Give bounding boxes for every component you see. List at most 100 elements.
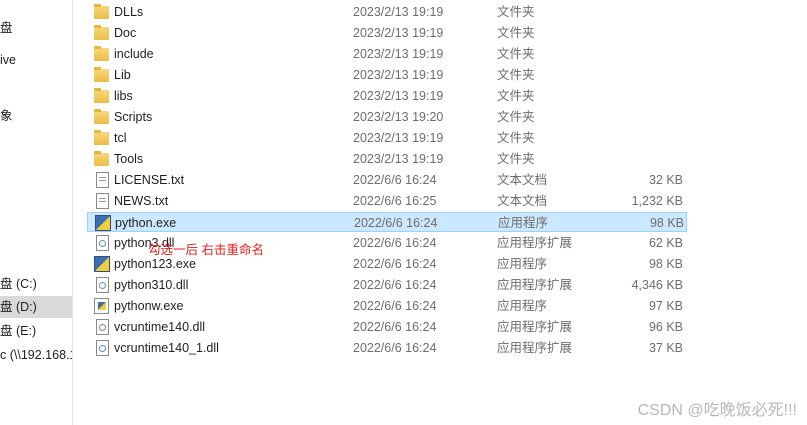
file-size: 32 KB (648, 173, 683, 187)
file-name: tcl (114, 131, 127, 145)
nav-item-network-share[interactable]: c (\\192.168.1 (0, 344, 73, 366)
file-row[interactable]: Tools 2023/2/13 19:19 文件夹 (87, 149, 687, 169)
file-type: 文件夹 (497, 89, 535, 103)
pythonw-icon (94, 298, 109, 314)
folder-icon (94, 151, 109, 166)
file-name: include (114, 47, 154, 61)
file-row[interactable]: libs 2023/2/13 19:19 文件夹 (87, 86, 687, 106)
file-size: 96 KB (648, 320, 683, 334)
file-name: Scripts (114, 110, 153, 124)
file-type: 文件夹 (497, 131, 535, 145)
file-type: 应用程序扩展 (497, 320, 573, 334)
folder-icon (94, 109, 109, 124)
file-name: DLLs (114, 5, 144, 19)
folder-icon (94, 130, 109, 145)
file-date-modified: 2022/6/6 16:24 (353, 299, 437, 313)
nav-item-label: 盘 (E:) (0, 324, 37, 338)
file-row[interactable]: Doc 2023/2/13 19:19 文件夹 (87, 23, 687, 43)
nav-item-drive-c[interactable]: 盘 (C:) (0, 273, 37, 295)
file-type: 文件夹 (497, 47, 535, 61)
dll-icon (96, 340, 109, 356)
file-row[interactable]: Scripts 2023/2/13 19:20 文件夹 (87, 107, 687, 127)
nav-item-drive[interactable]: 盘 (0, 17, 13, 39)
file-date-modified: 2023/2/13 19:19 (353, 26, 444, 40)
file-date-modified: 2022/6/6 16:24 (353, 278, 437, 292)
nav-item-onedrive[interactable]: ive (0, 49, 16, 71)
file-row[interactable]: include 2023/2/13 19:19 文件夹 (87, 44, 687, 64)
file-row[interactable]: NEWS.txt 2022/6/6 16:25 文本文档 1,232 KB (87, 191, 687, 211)
file-name: Doc (114, 26, 137, 40)
file-type: 应用程序 (498, 216, 549, 230)
file-name: python.exe (115, 216, 177, 230)
file-row[interactable]: vcruntime140.dll 2022/6/6 16:24 应用程序扩展 96 K… (87, 317, 687, 337)
file-date-modified: 2022/6/6 16:24 (353, 320, 437, 334)
nav-item-label: 盘 (C:) (0, 277, 37, 291)
file-type: 应用程序 (497, 299, 548, 313)
file-date-modified: 2023/2/13 19:19 (353, 68, 444, 82)
file-type: 文件夹 (497, 110, 535, 124)
file-type: 应用程序扩展 (497, 341, 573, 355)
file-row[interactable]: pythonw.exe 2022/6/6 16:24 应用程序 97 KB (87, 296, 687, 316)
nav-item-label: c (\\192.168.1 (0, 348, 73, 362)
file-type: 应用程序 (497, 257, 548, 271)
folder-icon (94, 25, 109, 40)
folder-icon (94, 46, 109, 61)
dll-icon (96, 277, 109, 293)
file-name: LICENSE.txt (114, 173, 185, 187)
file-row[interactable]: python310.dll 2022/6/6 16:24 应用程序扩展 4,346 K… (87, 275, 687, 295)
file-date-modified: 2023/2/13 19:19 (353, 131, 444, 145)
file-size: 98 KB (648, 257, 683, 271)
nav-item-3d-objects[interactable]: 象 (0, 105, 13, 127)
file-type: 文件夹 (497, 152, 535, 166)
file-type: 应用程序扩展 (497, 278, 573, 292)
file-name: Lib (114, 68, 131, 82)
file-date-modified: 2023/2/13 19:19 (353, 89, 444, 103)
folder-icon (94, 4, 109, 19)
file-date-modified: 2023/2/13 19:19 (353, 5, 444, 19)
file-row[interactable]: python.exe 2022/6/6 16:24 应用程序 98 KB (87, 212, 687, 232)
file-row[interactable]: tcl 2023/2/13 19:19 文件夹 (87, 128, 687, 148)
file-row[interactable]: Lib 2023/2/13 19:19 文件夹 (87, 65, 687, 85)
file-type: 文本文档 (497, 173, 548, 187)
file-size: 4,346 KB (631, 278, 683, 292)
file-date-modified: 2022/6/6 16:24 (353, 173, 437, 187)
file-row[interactable]: LICENSE.txt 2022/6/6 16:24 文本文档 32 KB (87, 170, 687, 190)
file-date-modified: 2022/6/6 16:24 (353, 341, 437, 355)
file-date-modified: 2022/6/6 16:24 (353, 236, 437, 250)
file-name: NEWS.txt (114, 194, 169, 208)
python-icon (94, 256, 110, 272)
red-annotation: 勾选一后 右击重命名 (148, 243, 264, 257)
file-name: libs (114, 89, 133, 103)
file-date-modified: 2022/6/6 16:24 (354, 216, 438, 230)
file-size: 98 KB (649, 216, 684, 230)
file-list: DLLs 2023/2/13 19:19 文件夹 Doc 2023/2/13 19:19… (74, 0, 807, 425)
file-name: pythonw.exe (114, 299, 184, 313)
file-type: 文件夹 (497, 68, 535, 82)
folder-icon (94, 67, 109, 82)
nav-item-drive-d[interactable]: 盘 (D:) (0, 296, 72, 318)
file-size: 97 KB (648, 299, 683, 313)
nav-item-label: 盘 (D:) (0, 300, 37, 314)
nav-item-label: ive (0, 53, 16, 67)
file-type: 文本文档 (497, 194, 548, 208)
file-row[interactable]: vcruntime140_1.dll 2022/6/6 16:24 应用程序扩展 37… (87, 338, 687, 358)
file-date-modified: 2022/6/6 16:25 (353, 194, 437, 208)
file-name: Tools (114, 152, 144, 166)
dll-icon (96, 319, 109, 335)
nav-item-drive-e[interactable]: 盘 (E:) (0, 320, 36, 342)
file-date-modified: 2023/2/13 19:19 (353, 152, 444, 166)
navigation-pane: 盘 ive 象 盘 (C:) 盘 (D:) 盘 (E:) c (\\192.16… (0, 0, 73, 425)
file-date-modified: 2023/2/13 19:19 (353, 47, 444, 61)
text-file-icon (96, 172, 109, 188)
python-icon (95, 215, 111, 231)
file-name: python310.dll (114, 278, 189, 292)
nav-item-label: 象 (0, 109, 13, 123)
watermark: CSDN @吃晚饭必死!!! (637, 402, 797, 419)
file-type: 文件夹 (497, 5, 535, 19)
nav-item-label: 盘 (0, 21, 13, 35)
file-size: 1,232 KB (631, 194, 683, 208)
file-size: 37 KB (648, 341, 683, 355)
file-type: 应用程序扩展 (497, 236, 573, 250)
file-name: vcruntime140_1.dll (114, 341, 219, 355)
file-row[interactable]: DLLs 2023/2/13 19:19 文件夹 (87, 2, 687, 22)
